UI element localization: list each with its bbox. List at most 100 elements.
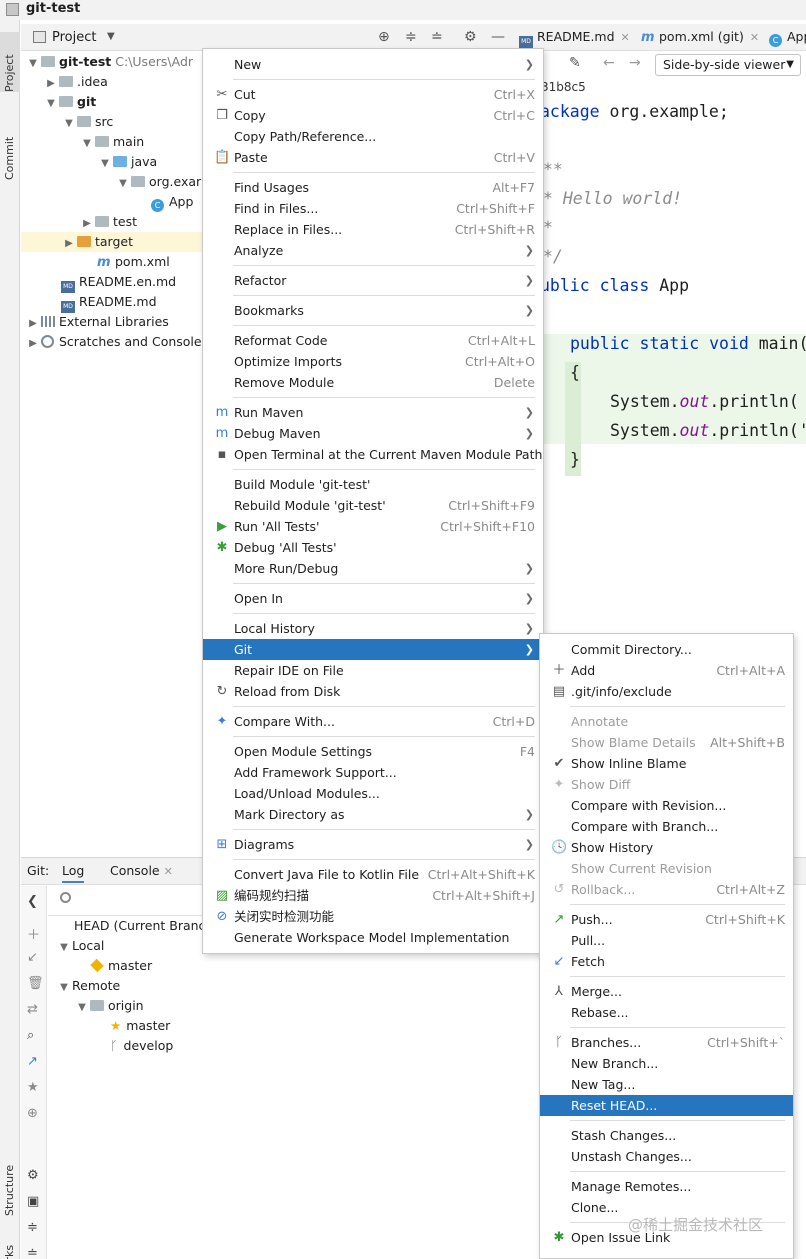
chevron-down-icon[interactable]: ▼ (79, 134, 95, 154)
chevron-right-icon[interactable]: ▶ (43, 74, 59, 94)
search-icon[interactable]: ⌕ (27, 1028, 34, 1043)
tab-log[interactable]: Log (62, 863, 85, 883)
git-item-compare-with-branch[interactable]: Compare with Branch... (540, 816, 793, 837)
menu-item-remove-module[interactable]: Remove Module Delete (203, 372, 543, 393)
menu-item-more-run-debug[interactable]: More Run/Debug ❯ (203, 558, 543, 579)
close-icon[interactable]: ✕ (621, 31, 630, 44)
menu-item-code-scan[interactable]: ▨ 编码规约扫描 Ctrl+Alt+Shift+J (203, 885, 543, 906)
tree-item-src[interactable]: ▼ src (61, 112, 113, 132)
git-item-compare-with-revision[interactable]: Compare with Revision... (540, 795, 793, 816)
menu-item-open-in[interactable]: Open In ❯ (203, 588, 543, 609)
git-item-unstash-changes[interactable]: Unstash Changes... (540, 1146, 793, 1167)
chevron-down-icon[interactable]: ▼ (61, 114, 77, 134)
menu-item-copy[interactable]: ❐ Copy Ctrl+C (203, 105, 543, 126)
editor-tab-pom[interactable]: m pom.xml (git) ✕ (641, 29, 759, 45)
menu-item-run-maven[interactable]: m Run Maven ❯ (203, 402, 543, 423)
menu-item-copy-path[interactable]: Copy Path/Reference... (203, 126, 543, 147)
git-item-new-tag[interactable]: New Tag... (540, 1074, 793, 1095)
menu-item-open-terminal[interactable]: ▪ Open Terminal at the Current Maven Modu… (203, 444, 543, 465)
tree-item-git-test[interactable]: ▼ git-test C:\Users\Adr (25, 52, 193, 72)
git-item-show-current-revision[interactable]: Show Current Revision (540, 858, 793, 879)
chevron-down-icon[interactable]: ▼ (25, 54, 41, 74)
tool-window-commit[interactable]: Commit (0, 124, 20, 184)
git-item-exclude[interactable]: ▤ .git/info/exclude (540, 681, 793, 702)
git-item-branches[interactable]: ᚴ Branches... Ctrl+Shift+` (540, 1032, 793, 1053)
tab-console[interactable]: Console ✕ (110, 863, 173, 878)
menu-item-cut[interactable]: ✂ Cut Ctrl+X (203, 84, 543, 105)
menu-item-bookmarks[interactable]: Bookmarks ❯ (203, 300, 543, 321)
menu-item-disable-realtime-check[interactable]: ⊘ 关闭实时检测功能 (203, 906, 543, 927)
hide-icon[interactable]: — (491, 29, 505, 45)
git-item-new-branch[interactable]: New Branch... (540, 1053, 793, 1074)
tool-window-structure[interactable]: Structure (0, 1156, 20, 1216)
menu-item-generate-workspace-model[interactable]: Generate Workspace Model Implementation (203, 927, 543, 948)
menu-item-analyze[interactable]: Analyze ❯ (203, 240, 543, 261)
git-item-pull[interactable]: Pull... (540, 930, 793, 951)
git-item-reset-head[interactable]: Reset HEAD... (540, 1095, 793, 1116)
git-item-show-history[interactable]: 🕓 Show History (540, 837, 793, 858)
tree-item-test[interactable]: ▶ test (79, 212, 137, 232)
chevron-down-icon[interactable]: ▼ (56, 938, 72, 958)
expand-all-icon[interactable]: ≑ (27, 1220, 38, 1235)
menu-item-new[interactable]: New ❯ (203, 54, 543, 75)
delete-icon[interactable]: 🗑 (27, 976, 44, 991)
project-view-selector[interactable]: Project (52, 30, 96, 45)
branch-group-local[interactable]: ▼ Local (56, 936, 104, 956)
menu-item-git[interactable]: Git ❯ (203, 639, 543, 660)
git-item-show-inline-blame[interactable]: ✔ Show Inline Blame (540, 753, 793, 774)
code-view[interactable]: ackage org.example; ** * Hello world! * … (513, 96, 806, 486)
tree-item-app[interactable]: C App (151, 192, 193, 212)
menu-item-find-in-files[interactable]: Find in Files... Ctrl+Shift+F (203, 198, 543, 219)
chevron-right-icon[interactable]: ▶ (79, 214, 95, 234)
chevron-down-icon[interactable]: ▼ (43, 94, 59, 114)
tree-item-idea[interactable]: ▶ .idea (43, 72, 108, 92)
menu-item-build-module[interactable]: Build Module 'git-test' (203, 474, 543, 495)
tree-item-target[interactable]: ▶ target (21, 232, 203, 252)
tree-item-git[interactable]: ▼ git (43, 92, 96, 112)
chevron-down-icon[interactable]: ▼ (115, 174, 131, 194)
menu-item-compare-with[interactable]: ✦ Compare With... Ctrl+D (203, 711, 543, 732)
gear-icon[interactable]: ⚙ (464, 29, 477, 45)
menu-item-optimize-imports[interactable]: Optimize Imports Ctrl+Alt+O (203, 351, 543, 372)
edit-icon[interactable]: ✎ (569, 55, 581, 71)
git-item-manage-remotes[interactable]: Manage Remotes... (540, 1176, 793, 1197)
tree-item-java[interactable]: ▼ java (97, 152, 157, 172)
menu-item-debug-all-tests[interactable]: ✱ Debug 'All Tests' (203, 537, 543, 558)
star-icon[interactable]: ★ (27, 1080, 39, 1095)
menu-item-reformat-code[interactable]: Reformat Code Ctrl+Alt+L (203, 330, 543, 351)
chevron-down-icon[interactable]: ▼ (97, 154, 113, 174)
viewer-mode-select[interactable]: Side-by-side viewer ▼ (655, 54, 801, 76)
menu-item-debug-maven[interactable]: m Debug Maven ❯ (203, 423, 543, 444)
chevron-down-icon[interactable]: ▼ (107, 31, 115, 42)
chevron-right-icon[interactable]: ▶ (25, 314, 41, 334)
close-icon[interactable]: ✕ (164, 865, 173, 878)
menu-item-load-unload-modules[interactable]: Load/Unload Modules... (203, 783, 543, 804)
update-icon[interactable]: ↙ (27, 950, 38, 965)
tree-item-pom[interactable]: m pom.xml (97, 252, 170, 272)
git-item-show-blame-details[interactable]: Show Blame Details Alt+Shift+B (540, 732, 793, 753)
git-item-rollback[interactable]: ↺ Rollback... Ctrl+Alt+Z (540, 879, 793, 900)
tool-window-project[interactable]: Project (0, 32, 20, 92)
tree-item-scratches[interactable]: ▶ Scratches and Consoles (25, 332, 208, 352)
menu-item-rebuild-module[interactable]: Rebuild Module 'git-test' Ctrl+Shift+F9 (203, 495, 543, 516)
menu-item-local-history[interactable]: Local History ❯ (203, 618, 543, 639)
menu-item-convert-to-kotlin[interactable]: Convert Java File to Kotlin File Ctrl+Alt… (203, 864, 543, 885)
menu-item-replace-in-files[interactable]: Replace in Files... Ctrl+Shift+R (203, 219, 543, 240)
menu-item-repair-ide[interactable]: Repair IDE on File (203, 660, 543, 681)
expand-all-icon[interactable]: ≑ (405, 29, 417, 45)
branch-origin-develop[interactable]: ᚴ develop (110, 1036, 173, 1056)
branch-local-master[interactable]: master (90, 956, 152, 976)
git-item-commit-directory[interactable]: Commit Directory... (540, 639, 793, 660)
menu-item-add-framework-support[interactable]: Add Framework Support... (203, 762, 543, 783)
menu-item-mark-directory[interactable]: Mark Directory as ❯ (203, 804, 543, 825)
chevron-right-icon[interactable]: ▶ (61, 234, 77, 254)
chevron-down-icon[interactable]: ▼ (74, 998, 90, 1018)
git-item-annotate[interactable]: Annotate (540, 711, 793, 732)
arrow-right-icon[interactable]: → (629, 55, 641, 71)
chevron-down-icon[interactable]: ▼ (56, 978, 72, 998)
add-icon[interactable]: ＋ (27, 924, 40, 943)
editor-tab-app[interactable]: CApp (769, 29, 806, 47)
collapse-all-icon[interactable]: ≐ (431, 29, 443, 45)
git-item-show-diff[interactable]: ✦ Show Diff (540, 774, 793, 795)
git-item-merge[interactable]: ⅄ Merge... (540, 981, 793, 1002)
